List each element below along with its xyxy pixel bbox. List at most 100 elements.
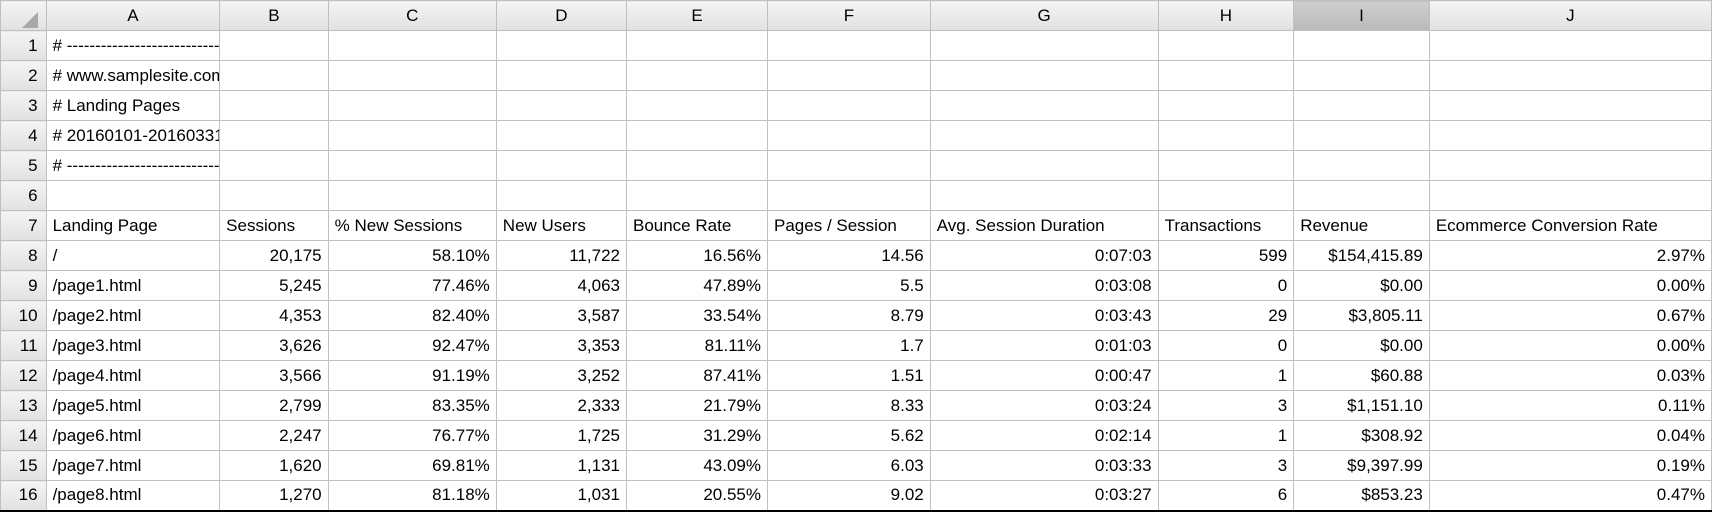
column-header-D[interactable]: D (496, 1, 626, 31)
cell-D12[interactable]: 3,252 (496, 361, 626, 391)
cell-C13[interactable]: 83.35% (328, 391, 496, 421)
cell-A4[interactable]: # 20160101-20160331 (46, 121, 220, 151)
cell-G1[interactable] (930, 31, 1158, 61)
row-header-2[interactable]: 2 (1, 61, 47, 91)
cell-E12[interactable]: 87.41% (626, 361, 767, 391)
cell-A15[interactable]: /page7.html (46, 451, 220, 481)
cell-E13[interactable]: 21.79% (626, 391, 767, 421)
cell-F7[interactable]: Pages / Session (768, 211, 931, 241)
cell-J6[interactable] (1429, 181, 1711, 211)
cell-C6[interactable] (328, 181, 496, 211)
cell-H3[interactable] (1158, 91, 1294, 121)
cell-B7[interactable]: Sessions (220, 211, 328, 241)
cell-D2[interactable] (496, 61, 626, 91)
cell-A2[interactable]: # www.samplesite.com (46, 61, 220, 91)
cell-D4[interactable] (496, 121, 626, 151)
row-header-7[interactable]: 7 (1, 211, 47, 241)
cell-I8[interactable]: $154,415.89 (1294, 241, 1430, 271)
cell-B10[interactable]: 4,353 (220, 301, 328, 331)
cell-A11[interactable]: /page3.html (46, 331, 220, 361)
cell-H5[interactable] (1158, 151, 1294, 181)
cell-F6[interactable] (768, 181, 931, 211)
column-header-B[interactable]: B (220, 1, 328, 31)
cell-C3[interactable] (328, 91, 496, 121)
cell-A9[interactable]: /page1.html (46, 271, 220, 301)
cell-C14[interactable]: 76.77% (328, 421, 496, 451)
cell-I2[interactable] (1294, 61, 1430, 91)
cell-B15[interactable]: 1,620 (220, 451, 328, 481)
cell-H4[interactable] (1158, 121, 1294, 151)
cell-G6[interactable] (930, 181, 1158, 211)
cell-D16[interactable]: 1,031 (496, 481, 626, 511)
column-header-G[interactable]: G (930, 1, 1158, 31)
cell-D1[interactable] (496, 31, 626, 61)
cell-J1[interactable] (1429, 31, 1711, 61)
cell-G3[interactable] (930, 91, 1158, 121)
cell-B14[interactable]: 2,247 (220, 421, 328, 451)
cell-F10[interactable]: 8.79 (768, 301, 931, 331)
cell-E10[interactable]: 33.54% (626, 301, 767, 331)
cell-G16[interactable]: 0:03:27 (930, 481, 1158, 511)
row-header-13[interactable]: 13 (1, 391, 47, 421)
cell-A13[interactable]: /page5.html (46, 391, 220, 421)
cell-E7[interactable]: Bounce Rate (626, 211, 767, 241)
cell-G8[interactable]: 0:07:03 (930, 241, 1158, 271)
cell-B1[interactable] (220, 31, 328, 61)
row-header-10[interactable]: 10 (1, 301, 47, 331)
row-header-14[interactable]: 14 (1, 421, 47, 451)
cell-C7[interactable]: % New Sessions (328, 211, 496, 241)
cell-B2[interactable] (220, 61, 328, 91)
cell-E2[interactable] (626, 61, 767, 91)
row-header-15[interactable]: 15 (1, 451, 47, 481)
cell-H2[interactable] (1158, 61, 1294, 91)
cell-H13[interactable]: 3 (1158, 391, 1294, 421)
cell-F2[interactable] (768, 61, 931, 91)
cell-C9[interactable]: 77.46% (328, 271, 496, 301)
cell-C8[interactable]: 58.10% (328, 241, 496, 271)
cell-F12[interactable]: 1.51 (768, 361, 931, 391)
row-header-8[interactable]: 8 (1, 241, 47, 271)
cell-J7[interactable]: Ecommerce Conversion Rate (1429, 211, 1711, 241)
cell-D15[interactable]: 1,131 (496, 451, 626, 481)
cell-C10[interactable]: 82.40% (328, 301, 496, 331)
cell-D3[interactable] (496, 91, 626, 121)
cell-J11[interactable]: 0.00% (1429, 331, 1711, 361)
row-header-11[interactable]: 11 (1, 331, 47, 361)
cell-E8[interactable]: 16.56% (626, 241, 767, 271)
cell-H15[interactable]: 3 (1158, 451, 1294, 481)
column-header-E[interactable]: E (626, 1, 767, 31)
cell-J13[interactable]: 0.11% (1429, 391, 1711, 421)
cell-G15[interactable]: 0:03:33 (930, 451, 1158, 481)
cell-D10[interactable]: 3,587 (496, 301, 626, 331)
cell-C5[interactable] (328, 151, 496, 181)
cell-B11[interactable]: 3,626 (220, 331, 328, 361)
cell-C4[interactable] (328, 121, 496, 151)
cell-C12[interactable]: 91.19% (328, 361, 496, 391)
cell-H16[interactable]: 6 (1158, 481, 1294, 511)
cell-G9[interactable]: 0:03:08 (930, 271, 1158, 301)
cell-F8[interactable]: 14.56 (768, 241, 931, 271)
cell-E16[interactable]: 20.55% (626, 481, 767, 511)
cell-H6[interactable] (1158, 181, 1294, 211)
cell-B8[interactable]: 20,175 (220, 241, 328, 271)
cell-I5[interactable] (1294, 151, 1430, 181)
cell-H11[interactable]: 0 (1158, 331, 1294, 361)
row-header-16[interactable]: 16 (1, 481, 47, 511)
cell-I4[interactable] (1294, 121, 1430, 151)
cell-I9[interactable]: $0.00 (1294, 271, 1430, 301)
cell-B5[interactable] (220, 151, 328, 181)
cell-G2[interactable] (930, 61, 1158, 91)
cell-B3[interactable] (220, 91, 328, 121)
cell-G11[interactable]: 0:01:03 (930, 331, 1158, 361)
cell-I1[interactable] (1294, 31, 1430, 61)
cell-D13[interactable]: 2,333 (496, 391, 626, 421)
row-header-4[interactable]: 4 (1, 121, 47, 151)
column-header-F[interactable]: F (768, 1, 931, 31)
cell-E15[interactable]: 43.09% (626, 451, 767, 481)
cell-E11[interactable]: 81.11% (626, 331, 767, 361)
cell-E5[interactable] (626, 151, 767, 181)
row-header-6[interactable]: 6 (1, 181, 47, 211)
cell-E14[interactable]: 31.29% (626, 421, 767, 451)
cell-G5[interactable] (930, 151, 1158, 181)
cell-D8[interactable]: 11,722 (496, 241, 626, 271)
